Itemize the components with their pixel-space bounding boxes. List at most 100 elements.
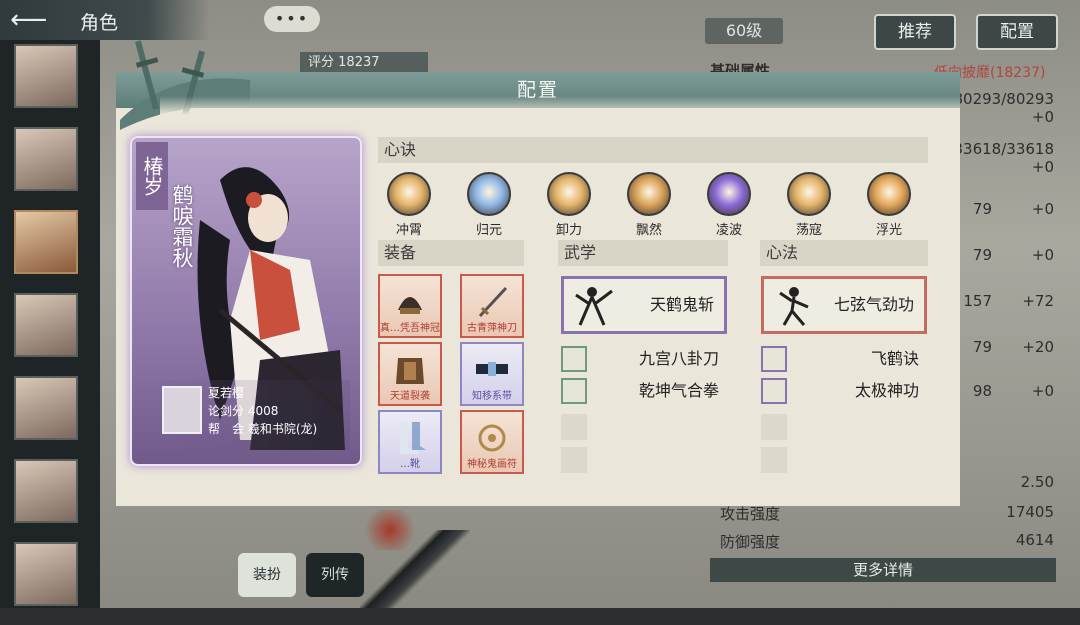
tab-equip-label: 装扮 xyxy=(253,567,281,583)
attribute-value: +0 xyxy=(1031,158,1054,176)
tab-equip[interactable]: 装扮 xyxy=(238,553,296,597)
back-button[interactable]: ⟵ xyxy=(10,6,56,34)
xinfa-main-slot[interactable]: 七弦气劲功 xyxy=(761,276,927,334)
skill-orb-icon xyxy=(627,172,671,216)
attribute-value: 4614 xyxy=(1015,531,1054,549)
character-title-flag: 椿岁 xyxy=(136,142,168,210)
equipment-slot[interactable]: 真…凭吾神冠 xyxy=(378,274,442,338)
xinfa-sub-name: 飞鹤诀 xyxy=(870,349,919,368)
xinjue-skill[interactable]: 荡寇 xyxy=(784,172,834,238)
player-avatar xyxy=(162,386,202,434)
skill-label: 冲霄 xyxy=(395,223,422,238)
player-guild: 帮 会 羲和书院(龙) xyxy=(208,422,318,436)
attribute-value: +72 xyxy=(1022,292,1054,310)
wuxue-sub-slot[interactable]: 九宫八卦刀 xyxy=(561,346,727,372)
equipment-slot[interactable]: 古青萍神刀 xyxy=(460,274,524,338)
empty-slot[interactable] xyxy=(761,447,787,473)
wuxue-sub-name: 九宫八卦刀 xyxy=(638,349,719,368)
attribute-value: 2.50 xyxy=(1020,473,1054,491)
config-button[interactable]: 配置 xyxy=(976,14,1058,50)
tab-biography[interactable]: 列传 xyxy=(306,553,364,597)
skill-orb-icon xyxy=(387,172,431,216)
xinjue-skill[interactable]: 冲霄 xyxy=(384,172,434,238)
chat-bubble-icon[interactable]: ••• xyxy=(264,6,320,32)
martial-figure-icon xyxy=(779,287,809,326)
portrait-slot[interactable] xyxy=(14,127,78,191)
armor-icon xyxy=(396,358,424,384)
attribute-value: +0 xyxy=(1031,200,1054,218)
recommend-button[interactable]: 推荐 xyxy=(874,14,956,50)
martial-figure-icon xyxy=(575,287,613,326)
equipment-slot[interactable]: 知移系带 xyxy=(460,342,524,406)
meditation-icon xyxy=(761,346,787,372)
empty-slot[interactable] xyxy=(561,414,587,440)
attribute-row: 防御强度 4614 xyxy=(720,531,1054,555)
equipment-slot[interactable]: …靴 xyxy=(378,410,442,474)
equipment-slot[interactable]: 天道裂袭 xyxy=(378,342,442,406)
attribute-row: 攻击强度 17405 xyxy=(720,503,1054,527)
helmet-icon xyxy=(398,297,422,314)
xinjue-skill[interactable]: 卸力 xyxy=(544,172,594,238)
portrait-slot[interactable] xyxy=(14,542,78,606)
skill-label: 荡寇 xyxy=(795,223,822,238)
tab-biography-label: 列传 xyxy=(321,567,349,583)
score-label: 评分 xyxy=(308,55,335,70)
portrait-slot[interactable] xyxy=(14,376,78,440)
empty-slot[interactable] xyxy=(561,447,587,473)
page-title: 角色 xyxy=(80,12,119,34)
player-score: 论剑分 4008 xyxy=(208,404,279,418)
wuxue-section-title: 武学 xyxy=(558,240,728,266)
equipment-section-title: 装备 xyxy=(378,240,524,266)
skill-label: 卸力 xyxy=(555,223,582,238)
skill-label: 凌波 xyxy=(715,223,742,238)
skill-orb-icon xyxy=(547,172,591,216)
attribute-value: +0 xyxy=(1031,382,1054,400)
skill-orb-icon xyxy=(467,172,511,216)
equipment-name: 知移系带 xyxy=(472,391,512,402)
portrait-slot[interactable] xyxy=(14,459,78,523)
level-badge: 60级 xyxy=(705,18,783,44)
talisman-icon xyxy=(478,424,506,452)
equipment-name: 天道裂袭 xyxy=(390,391,430,402)
xinjue-skill[interactable]: 凌波 xyxy=(704,172,754,238)
character-name: 鹤唳霜秋 xyxy=(170,184,194,268)
character-portrait-list xyxy=(14,44,84,625)
attribute-key: 防御强度 xyxy=(720,533,781,551)
equipment-name: 真…凭吾神冠 xyxy=(380,323,440,334)
skill-label: 浮光 xyxy=(875,223,902,238)
portrait-slot[interactable] xyxy=(14,293,78,357)
xinjue-skill[interactable]: 浮光 xyxy=(864,172,914,238)
equipment-name: 古青萍神刀 xyxy=(467,323,517,334)
skill-label: 归元 xyxy=(475,223,502,238)
xinfa-main-name: 七弦气劲功 xyxy=(833,295,914,314)
attribute-value: +0 xyxy=(1031,246,1054,264)
wuxue-sub-slot[interactable]: 乾坤气合拳 xyxy=(561,378,727,404)
belt-icon xyxy=(476,362,508,376)
attribute-key: 攻击强度 xyxy=(720,505,781,523)
xinjue-skill[interactable]: 归元 xyxy=(464,172,514,238)
wuxue-main-slot[interactable]: 天鹤鬼斩 xyxy=(561,276,727,334)
skill-orb-icon xyxy=(707,172,751,216)
attribute-value: +0 xyxy=(1031,108,1054,126)
player-name: 夏若樱 xyxy=(208,386,245,400)
empty-slot[interactable] xyxy=(761,414,787,440)
xinjue-skill[interactable]: 飘然 xyxy=(624,172,674,238)
xinfa-sub-slot[interactable]: 飞鹤诀 xyxy=(761,346,927,372)
equipment-name: …靴 xyxy=(400,459,420,470)
arrow-left-icon: ⟵ xyxy=(10,5,48,35)
skill-orb-icon xyxy=(787,172,831,216)
more-details-button[interactable]: 更多详情 xyxy=(710,558,1056,582)
xinfa-sub-slot[interactable]: 太极神功 xyxy=(761,378,927,404)
portrait-slot-selected[interactable] xyxy=(14,210,78,274)
score-strip: 评分 18237 xyxy=(300,52,428,74)
xinfa-sub-name: 太极神功 xyxy=(854,381,919,400)
portrait-slot[interactable] xyxy=(14,44,78,108)
xinfa-section-title: 心法 xyxy=(760,240,928,266)
stance-icon xyxy=(761,378,787,404)
attribute-value: 17405 xyxy=(1006,503,1054,521)
equipment-slot[interactable]: 神秘鬼画符 xyxy=(460,410,524,474)
modal-wave-decoration xyxy=(160,96,960,120)
attribute-value: +20 xyxy=(1022,338,1054,356)
attribute-value: 80293/80293 xyxy=(953,90,1055,108)
skill-orb-icon xyxy=(867,172,911,216)
